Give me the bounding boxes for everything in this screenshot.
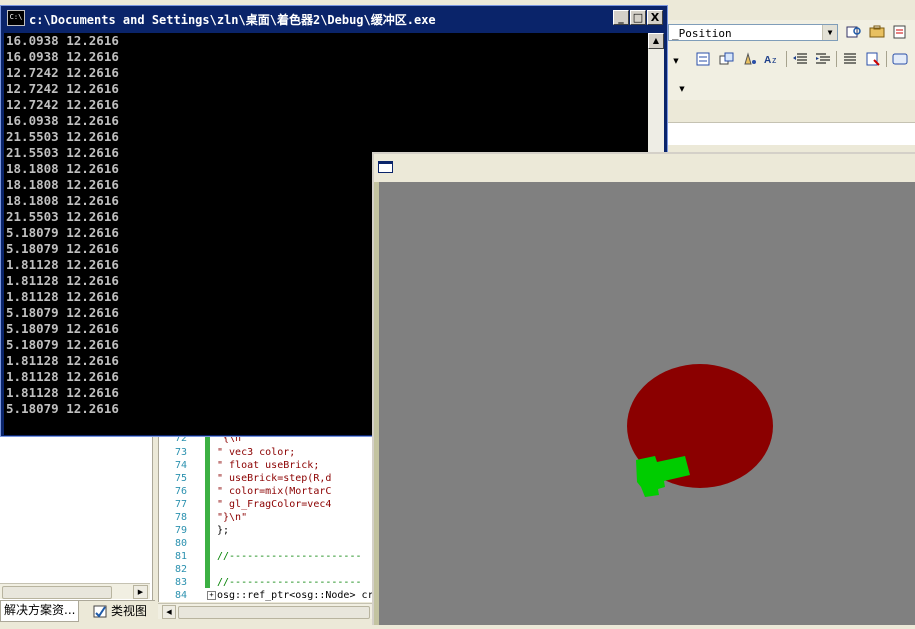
close-button[interactable]: X: [647, 10, 663, 25]
bookmark-icon[interactable]: [890, 50, 910, 68]
console-system-icon[interactable]: C:\: [7, 10, 25, 26]
combo-dropdown-arrow-icon[interactable]: ▼: [822, 25, 837, 40]
window-icon[interactable]: [378, 161, 393, 173]
console-title: c:\Documents and Settings\zln\桌面\着色器2\De…: [29, 13, 436, 27]
svg-text:A: A: [764, 55, 771, 66]
scroll-left-icon[interactable]: ◀: [162, 605, 176, 619]
code-line: 83//----------------------: [175, 577, 362, 588]
console-line: 12.7242 12.2616: [6, 81, 119, 96]
maximize-button[interactable]: □: [630, 10, 646, 25]
toolbar-combo-value: _Position: [672, 27, 732, 40]
console-titlebar[interactable]: C:\ c:\Documents and Settings\zln\桌面\着色器…: [1, 6, 667, 30]
increase-indent-icon[interactable]: [813, 50, 833, 68]
render-canvas[interactable]: [379, 182, 915, 625]
solution-hscrollbar[interactable]: ▶: [0, 583, 150, 599]
code-hscrollbar[interactable]: ◀: [158, 603, 374, 619]
toolbar-separator: [836, 51, 837, 67]
toolbar-separator: [786, 51, 787, 67]
complete-word-icon[interactable]: Az: [763, 50, 783, 68]
ide-white-bar: [668, 122, 915, 146]
toolbar-overflow-icon-2[interactable]: ▼: [676, 80, 688, 98]
toolbar-separator: [886, 51, 887, 67]
console-line: 16.0938 12.2616: [6, 33, 119, 48]
code-editor[interactable]: 72 "{\n" 73 " vec3 color; 74 " float useBri…: [158, 433, 375, 602]
toolbar-row-1: [844, 23, 915, 41]
solution-explorer-pane[interactable]: [0, 436, 153, 602]
parameter-info-icon[interactable]: [717, 50, 737, 68]
viewer-titlebar[interactable]: [374, 154, 915, 183]
code-line: 77 " gl_FragColor=vec4: [175, 499, 332, 510]
quick-info-icon[interactable]: [740, 50, 760, 68]
console-line: 16.0938 12.2616: [6, 113, 119, 128]
tab-solution-explorer[interactable]: 解决方案资...: [0, 601, 80, 622]
code-line: 76 " color=mix(MortarC: [175, 486, 332, 497]
toolbar-row-2: Az: [694, 50, 910, 68]
code-line: 74 " float useBrick;: [175, 460, 320, 471]
code-line: 81//----------------------: [175, 551, 362, 562]
fold-expand-icon[interactable]: +: [207, 591, 216, 600]
class-view-icon: [93, 605, 107, 618]
find-in-files-icon[interactable]: [844, 23, 864, 41]
console-line: 21.5503 12.2616: [6, 129, 119, 144]
minimize-button[interactable]: _: [613, 10, 629, 25]
code-line: 75 " useBrick=step(R,d: [175, 473, 332, 484]
toolbar-combo[interactable]: _Position ▼: [668, 24, 838, 41]
properties-icon[interactable]: [890, 23, 910, 41]
scroll-up-icon[interactable]: ▲: [648, 33, 664, 49]
tab-class-view[interactable]: 类视图: [90, 601, 150, 621]
code-line: 73 " vec3 color;: [175, 447, 296, 458]
list-members-icon[interactable]: [694, 50, 714, 68]
solution-tabs: 解决方案资... 类视图: [0, 600, 155, 626]
code-line: 78 "}\n": [175, 512, 248, 523]
ide-strip: [668, 100, 915, 122]
comment-out-icon[interactable]: [840, 50, 860, 68]
code-line: 79};: [175, 525, 230, 536]
console-line: 12.7242 12.2616: [6, 97, 119, 112]
uncomment-icon[interactable]: [863, 50, 883, 68]
scroll-thumb[interactable]: [178, 606, 370, 619]
green-shape: [636, 456, 690, 497]
toolbox-icon[interactable]: [867, 23, 887, 41]
toolbar-overflow-icon[interactable]: ▼: [670, 50, 682, 72]
code-line: 80: [175, 538, 188, 549]
osg-viewer-window[interactable]: [372, 152, 915, 625]
console-line: 12.7242 12.2616: [6, 65, 119, 80]
viewer-frame: [374, 182, 915, 625]
console-line: 16.0938 12.2616: [6, 49, 119, 64]
decrease-indent-icon[interactable]: [790, 50, 810, 68]
code-line: 82: [175, 564, 188, 575]
code-line: 84 + osg::ref_ptr<osg::Node> cr: [175, 590, 374, 601]
svg-text:z: z: [772, 55, 777, 65]
scroll-right-icon[interactable]: ▶: [133, 585, 148, 599]
scroll-thumb[interactable]: [2, 586, 112, 599]
render-scene: [627, 364, 773, 497]
